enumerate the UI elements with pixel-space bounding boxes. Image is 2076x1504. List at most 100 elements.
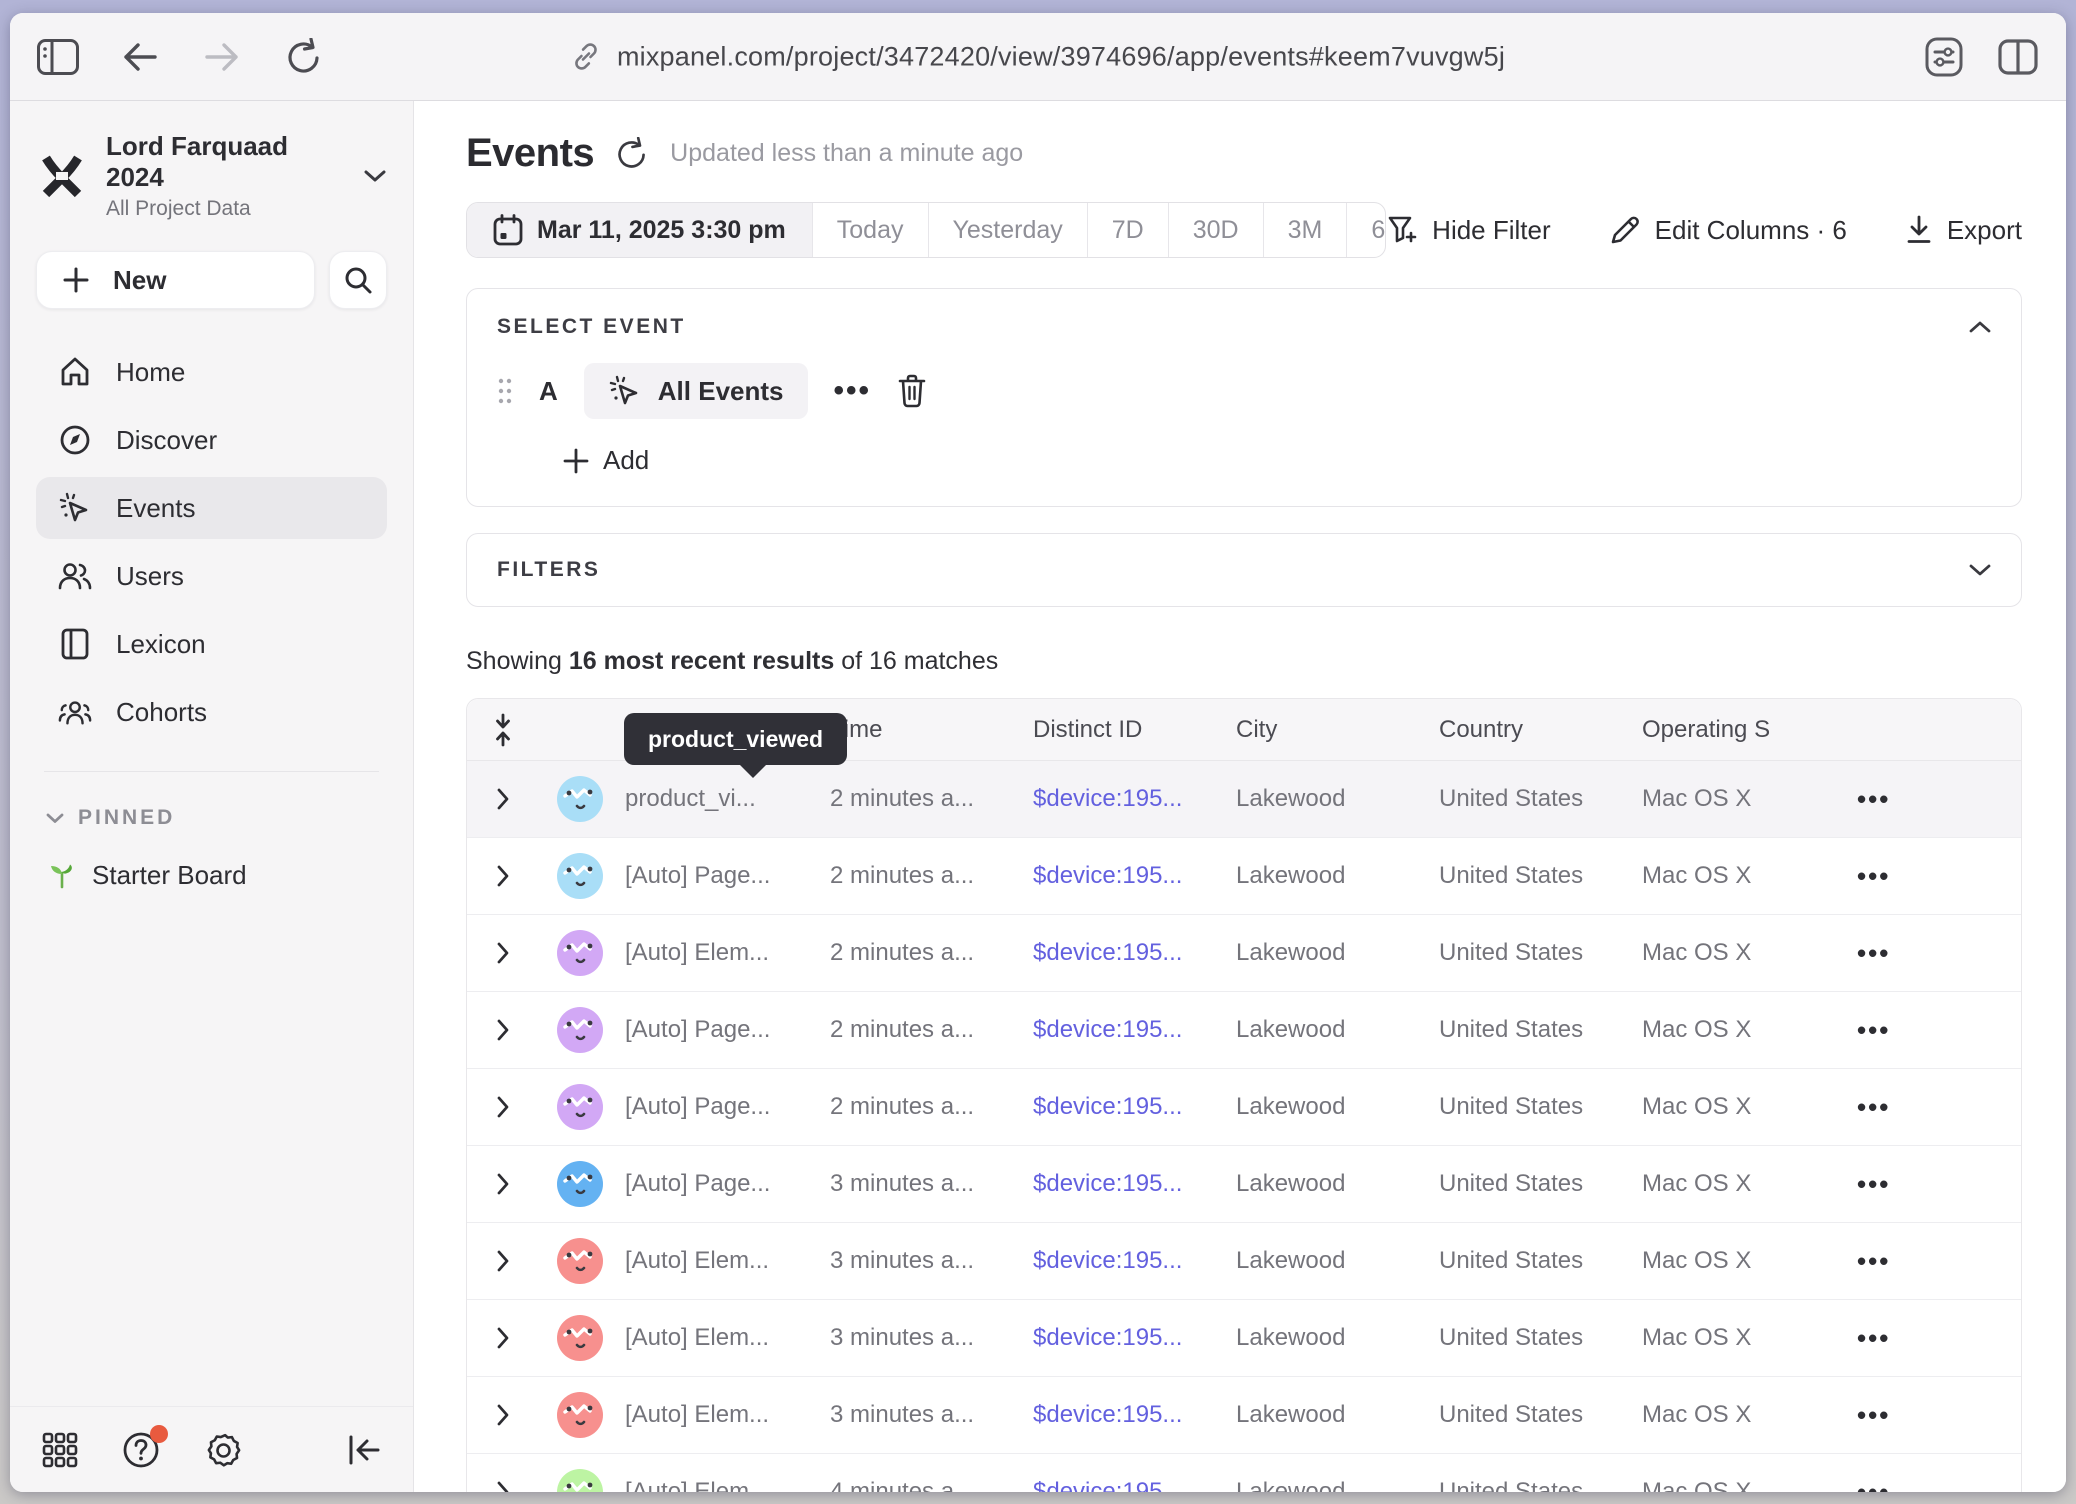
column-country[interactable]: Country (1439, 716, 1642, 744)
row-actions-icon[interactable]: ••• (1857, 1015, 1921, 1046)
time-cell: 2 minutes a... (830, 785, 1033, 813)
reload-icon[interactable] (282, 35, 326, 79)
range-today[interactable]: Today (812, 203, 928, 257)
distinct-id-link[interactable]: $device:195... (1033, 1324, 1236, 1352)
range-yesterday[interactable]: Yesterday (928, 203, 1087, 257)
row-actions-icon[interactable]: ••• (1857, 1400, 1921, 1431)
country-cell: United States (1439, 1016, 1642, 1044)
table-row[interactable]: [Auto] Page... 3 minutes a... $device:19… (467, 1146, 2021, 1223)
event-selector[interactable]: All Events (584, 363, 808, 419)
sidebar-item-discover[interactable]: Discover (36, 409, 387, 471)
add-event-label: Add (603, 445, 649, 476)
sidebar-item-cohorts[interactable]: Cohorts (36, 681, 387, 743)
forward-icon[interactable] (200, 35, 244, 79)
city-cell: Lakewood (1236, 1170, 1439, 1198)
column-distinct-id[interactable]: Distinct ID (1033, 716, 1236, 744)
event-avatar (557, 930, 603, 976)
hide-filter-button[interactable]: Hide Filter (1386, 214, 1550, 246)
collapse-all-rows-icon[interactable] (467, 713, 539, 747)
sidebar-item-users[interactable]: Users (36, 545, 387, 607)
expand-row-icon[interactable] (467, 1096, 539, 1118)
table-row[interactable]: [Auto] Elem... 3 minutes a... $device:19… (467, 1300, 2021, 1377)
drag-handle-icon[interactable] (497, 376, 513, 406)
table-row[interactable]: [Auto] Elem... 2 minutes a... $device:19… (467, 915, 2021, 992)
add-event-button[interactable]: Add (563, 445, 1991, 476)
address-bar[interactable]: mixpanel.com/project/3472420/view/397469… (571, 41, 1505, 72)
date-picker-segment[interactable]: Mar 11, 2025 3:30 pm (467, 203, 812, 257)
new-button[interactable]: New (36, 251, 315, 309)
expand-row-icon[interactable] (467, 865, 539, 887)
range-7d[interactable]: 7D (1087, 203, 1168, 257)
distinct-id-link[interactable]: $device:195... (1033, 862, 1236, 890)
distinct-id-link[interactable]: $device:195... (1033, 1016, 1236, 1044)
table-row[interactable]: [Auto] Page... 2 minutes a... $device:19… (467, 1069, 2021, 1146)
column-city[interactable]: City (1236, 716, 1439, 744)
distinct-id-link[interactable]: $device:195... (1033, 1478, 1236, 1492)
row-actions-icon[interactable]: ••• (1857, 1169, 1921, 1200)
sidebar-item-label: Home (116, 357, 185, 388)
expand-row-icon[interactable] (467, 1481, 539, 1492)
edit-columns-button[interactable]: Edit Columns · 6 (1609, 214, 1847, 246)
table-row[interactable]: [Auto] Page... 2 minutes a... $device:19… (467, 992, 2021, 1069)
chevron-up-icon[interactable] (1969, 320, 1991, 334)
distinct-id-link[interactable]: $device:195... (1033, 1170, 1236, 1198)
gear-icon[interactable] (204, 1431, 242, 1469)
split-view-icon[interactable] (1996, 35, 2040, 79)
table-row[interactable]: [Auto] Elem... 3 minutes a... $device:19… (467, 1377, 2021, 1454)
distinct-id-link[interactable]: $device:195... (1033, 939, 1236, 967)
range-30d[interactable]: 30D (1168, 203, 1263, 257)
distinct-id-link[interactable]: $device:195... (1033, 1093, 1236, 1121)
range-3m[interactable]: 3M (1263, 203, 1347, 257)
expand-row-icon[interactable] (467, 1173, 539, 1195)
row-actions-icon[interactable]: ••• (1857, 1323, 1921, 1354)
filters-card[interactable]: FILTERS (466, 533, 2022, 607)
row-actions-icon[interactable]: ••• (1857, 861, 1921, 892)
row-actions-icon[interactable]: ••• (1857, 938, 1921, 969)
time-cell: 2 minutes a... (830, 1016, 1033, 1044)
distinct-id-link[interactable]: $device:195... (1033, 1401, 1236, 1429)
expand-row-icon[interactable] (467, 1404, 539, 1426)
sidebar-item-starter-board[interactable]: Starter Board (36, 860, 387, 891)
event-avatar (557, 1315, 603, 1361)
distinct-id-link[interactable]: $device:195... (1033, 785, 1236, 813)
trash-icon[interactable] (897, 374, 927, 408)
table-row[interactable]: [Auto] Elem... 3 minutes a... $device:19… (467, 1223, 2021, 1300)
pinned-section-toggle[interactable]: PINNED (36, 806, 387, 830)
table-row[interactable]: [Auto] Elem... 4 minutes a... $device:19… (467, 1454, 2021, 1492)
apps-grid-icon[interactable] (42, 1432, 78, 1468)
expand-row-icon[interactable] (467, 942, 539, 964)
row-actions-icon[interactable]: ••• (1857, 1246, 1921, 1277)
browser-sidebar-toggle-icon[interactable] (36, 35, 80, 79)
sidebar-item-events[interactable]: Events (36, 477, 387, 539)
sidebar-item-lexicon[interactable]: Lexicon (36, 613, 387, 675)
event-more-icon[interactable]: ••• (834, 374, 872, 408)
expand-row-icon[interactable] (467, 788, 539, 810)
sidebar-item-home[interactable]: Home (36, 341, 387, 403)
expand-row-icon[interactable] (467, 1327, 539, 1349)
export-button[interactable]: Export (1905, 215, 2022, 246)
table-row[interactable]: [Auto] Page... 2 minutes a... $device:19… (467, 838, 2021, 915)
sidebar-nav: Home Discover Events (36, 341, 387, 743)
sidebar-item-label: Cohorts (116, 697, 207, 728)
os-cell: Mac OS X (1642, 1170, 1857, 1198)
event-name-cell: [Auto] Elem... (625, 1247, 830, 1275)
table-row[interactable]: product_vi... 2 minutes a... $device:195… (467, 761, 2021, 838)
refresh-icon[interactable] (616, 137, 648, 171)
project-switcher[interactable]: Lord Farquaad 2024 All Project Data (36, 131, 387, 221)
range-6m[interactable]: 6M (1346, 203, 1386, 257)
reader-settings-icon[interactable] (1922, 35, 1966, 79)
column-operating-system[interactable]: Operating S (1642, 716, 1857, 744)
back-icon[interactable] (118, 35, 162, 79)
collapse-sidebar-icon[interactable] (347, 1435, 381, 1465)
row-actions-icon[interactable]: ••• (1857, 1477, 1921, 1493)
search-button[interactable] (329, 251, 387, 309)
sidebar-divider (44, 771, 379, 772)
expand-row-icon[interactable] (467, 1019, 539, 1041)
column-time[interactable]: Time (830, 716, 1033, 744)
row-actions-icon[interactable]: ••• (1857, 1092, 1921, 1123)
distinct-id-link[interactable]: $device:195... (1033, 1247, 1236, 1275)
chevron-down-icon[interactable] (1969, 563, 1991, 577)
help-icon[interactable] (122, 1431, 160, 1469)
expand-row-icon[interactable] (467, 1250, 539, 1272)
row-actions-icon[interactable]: ••• (1857, 784, 1921, 815)
